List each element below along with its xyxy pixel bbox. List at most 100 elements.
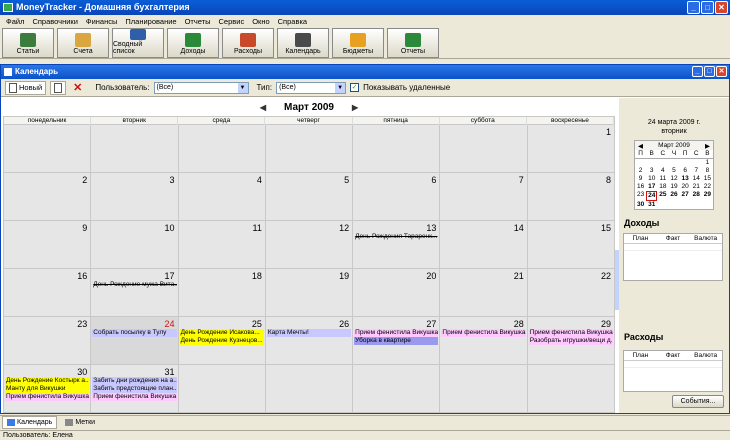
- menu-item[interactable]: Финансы: [82, 17, 122, 26]
- menu-item[interactable]: Сервис: [215, 17, 249, 26]
- mini-day[interactable]: 30: [635, 201, 646, 209]
- day-cell[interactable]: 16: [4, 269, 92, 317]
- mini-day[interactable]: 10: [646, 175, 657, 183]
- day-cell[interactable]: [353, 365, 441, 413]
- new-button[interactable]: Новый: [5, 80, 47, 95]
- day-cell[interactable]: 5: [265, 173, 354, 221]
- day-cell[interactable]: 18: [178, 269, 266, 317]
- day-cell[interactable]: 17 День Рождение мужа Вита...: [91, 269, 179, 317]
- child-minimize-button[interactable]: _: [692, 66, 703, 77]
- calendar-event[interactable]: День Рождение Костырк а...: [5, 377, 90, 385]
- day-cell[interactable]: 22: [527, 269, 615, 317]
- show-deleted-checkbox[interactable]: ✓: [350, 83, 360, 92]
- events-button[interactable]: События...: [672, 395, 724, 408]
- day-cell[interactable]: 27 Прием фенистила Викушка Уборка в кварти…: [353, 317, 441, 365]
- mini-day[interactable]: 21: [691, 183, 702, 191]
- day-cell[interactable]: 1: [527, 125, 615, 173]
- calendar-event[interactable]: День Рождение мужа Вита...: [92, 281, 176, 289]
- day-cell[interactable]: [91, 125, 179, 173]
- calendar-event[interactable]: Забить предстоящие план...: [92, 385, 177, 393]
- day-cell[interactable]: 2: [4, 173, 92, 221]
- day-cell[interactable]: 28 Прием фенистила Викушка: [440, 317, 528, 365]
- menu-item[interactable]: Окно: [248, 17, 273, 26]
- day-cell[interactable]: 10: [91, 221, 179, 269]
- day-cell[interactable]: [440, 365, 528, 413]
- mini-day[interactable]: 20: [680, 183, 691, 191]
- type-filter-select[interactable]: (Все) ▼: [276, 81, 347, 94]
- mini-prev-arrow-icon[interactable]: ◀: [638, 142, 643, 150]
- day-cell[interactable]: 15: [527, 221, 615, 269]
- menu-item[interactable]: Отчеты: [181, 17, 215, 26]
- mini-day[interactable]: 16: [635, 183, 646, 191]
- calendar-event[interactable]: Карта Мечты!: [266, 329, 352, 337]
- toolbar-button[interactable]: Расходы: [222, 28, 274, 58]
- tab-calendar[interactable]: Календарь: [2, 416, 58, 429]
- day-cell[interactable]: 8: [527, 173, 615, 221]
- calendar-event[interactable]: Уборка в квартире: [354, 337, 439, 345]
- day-cell[interactable]: [178, 125, 266, 173]
- toolbar-button[interactable]: Статьи: [2, 28, 54, 58]
- mini-day[interactable]: 9: [635, 175, 646, 183]
- mini-day[interactable]: 22: [702, 183, 713, 191]
- mini-day[interactable]: 18: [657, 183, 668, 191]
- calendar-event[interactable]: Собрать посылку в Тулу: [92, 329, 177, 337]
- mini-next-arrow-icon[interactable]: ▶: [705, 142, 710, 150]
- mini-day[interactable]: 11: [657, 175, 668, 183]
- day-cell[interactable]: [4, 125, 92, 173]
- close-button[interactable]: ✕: [715, 1, 728, 14]
- day-cell[interactable]: 23: [4, 317, 92, 365]
- mini-day[interactable]: 19: [668, 183, 679, 191]
- day-cell[interactable]: 12: [265, 221, 354, 269]
- toolbar-button[interactable]: Доходы: [167, 28, 219, 58]
- mini-day[interactable]: 6: [680, 167, 691, 175]
- calendar-event[interactable]: Прием фенистила Викушка: [5, 393, 90, 401]
- mini-day[interactable]: 1: [702, 159, 713, 167]
- minimize-button[interactable]: _: [687, 1, 700, 14]
- mini-day[interactable]: 28: [691, 191, 702, 201]
- mini-day[interactable]: 17: [646, 183, 657, 191]
- calendar-event[interactable]: Забить дни рождения на а...: [92, 377, 177, 385]
- next-month-arrow-icon[interactable]: ▶: [352, 103, 358, 112]
- mini-day[interactable]: 14: [691, 175, 702, 183]
- mini-day[interactable]: 3: [646, 167, 657, 175]
- mini-day[interactable]: 23: [635, 191, 646, 201]
- calendar-event[interactable]: День Рождение Кузнецов...: [179, 337, 264, 345]
- day-cell[interactable]: 7: [440, 173, 528, 221]
- day-cell[interactable]: 24 Собрать посылку в Тулу: [91, 317, 179, 365]
- mini-day[interactable]: 29: [702, 191, 713, 201]
- toolbar-button[interactable]: Бюджеты: [332, 28, 384, 58]
- mini-day[interactable]: 5: [668, 167, 679, 175]
- mini-day[interactable]: 25: [657, 191, 668, 201]
- calendar-event[interactable]: День Рождения Тараренк...: [354, 233, 438, 241]
- mini-day[interactable]: 24: [646, 191, 658, 201]
- mini-day[interactable]: 2: [635, 167, 646, 175]
- day-cell[interactable]: 31 Забить дни рождения на а... Забить пред…: [91, 365, 179, 413]
- day-cell[interactable]: 9: [4, 221, 92, 269]
- tab-tags[interactable]: Метки: [61, 416, 99, 429]
- day-cell[interactable]: 30 День Рождение Костырк а... Манту для Ви…: [4, 365, 92, 413]
- day-cell[interactable]: [353, 125, 441, 173]
- calendar-event[interactable]: Прием фенистила Викушка: [441, 329, 526, 337]
- mini-day[interactable]: 13: [680, 175, 691, 183]
- day-cell[interactable]: 14: [440, 221, 528, 269]
- day-cell[interactable]: [527, 365, 615, 413]
- edit-button[interactable]: [50, 80, 67, 95]
- day-cell[interactable]: 11: [178, 221, 266, 269]
- day-cell[interactable]: 25 День Рождение Исакова... День Рождение …: [178, 317, 266, 365]
- toolbar-button[interactable]: Сводный список: [112, 28, 164, 58]
- day-cell[interactable]: 6: [353, 173, 441, 221]
- child-close-button[interactable]: ✕: [716, 66, 727, 77]
- mini-day[interactable]: 4: [657, 167, 668, 175]
- day-cell[interactable]: 26 Карта Мечты!: [265, 317, 354, 365]
- calendar-event[interactable]: Прием фенистила Викушка: [528, 329, 613, 337]
- day-cell[interactable]: 21: [440, 269, 528, 317]
- mini-day[interactable]: 7: [691, 167, 702, 175]
- mini-day[interactable]: 26: [668, 191, 679, 201]
- mini-day[interactable]: 15: [702, 175, 713, 183]
- day-cell[interactable]: [178, 365, 266, 413]
- mini-day[interactable]: 8: [702, 167, 713, 175]
- prev-month-arrow-icon[interactable]: ◀: [260, 103, 266, 112]
- toolbar-button[interactable]: Отчеты: [387, 28, 439, 58]
- menu-item[interactable]: Справочники: [28, 17, 81, 26]
- day-cell[interactable]: 20: [353, 269, 441, 317]
